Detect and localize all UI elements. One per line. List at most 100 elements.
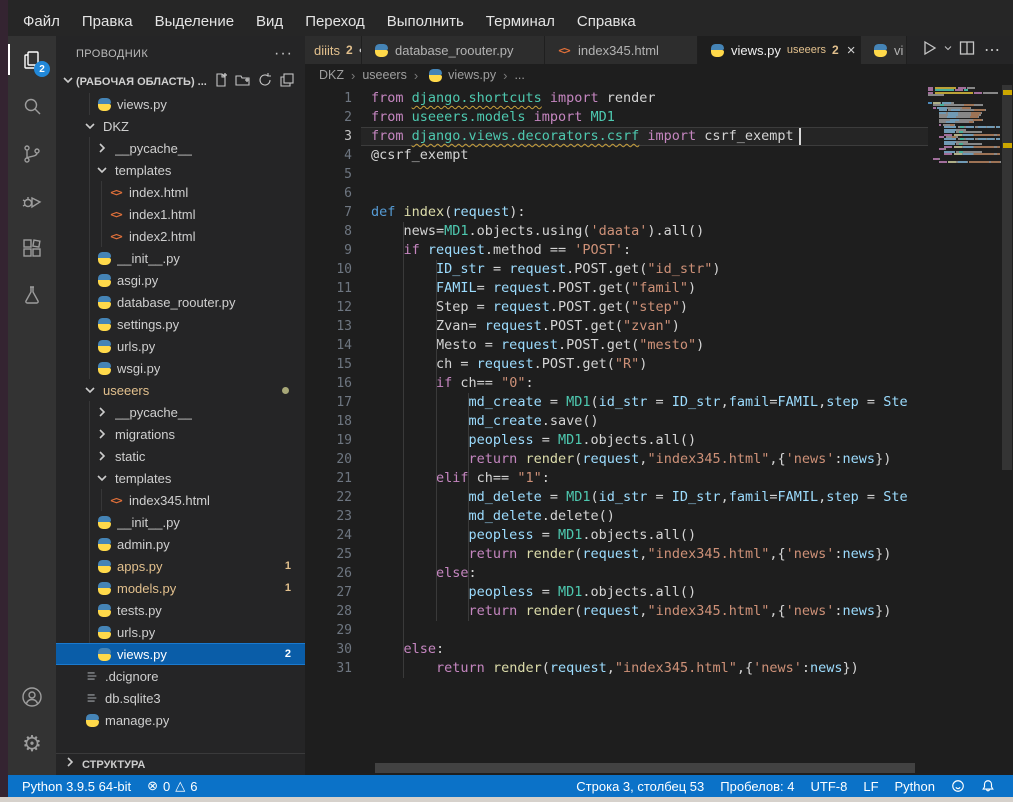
activity-accounts-icon[interactable]	[8, 673, 56, 720]
status-LF[interactable]: LF	[855, 779, 886, 794]
tree-item-tests.py[interactable]: tests.py	[56, 599, 305, 621]
tree-item-migrations[interactable]: migrations	[56, 423, 305, 445]
more-actions-icon[interactable]: ⋯	[980, 40, 1005, 60]
breadcrumb-item-views.py[interactable]: views.py	[425, 67, 496, 83]
problems-status[interactable]: ⊗ 0 △ 6	[139, 778, 205, 794]
tree-item-__pycache__[interactable]: __pycache__	[56, 137, 305, 159]
activity-settings-icon[interactable]: ⚙	[8, 720, 56, 767]
code-token	[371, 584, 469, 600]
warnings-icon: △	[175, 778, 185, 794]
tree-item-useeers[interactable]: useeers	[56, 379, 305, 401]
tree-item-templates[interactable]: templates	[56, 467, 305, 489]
tree-indent-guide	[101, 203, 102, 225]
minimap-token	[997, 146, 1000, 148]
tree-item-DKZ[interactable]: DKZ	[56, 115, 305, 137]
file-icon	[84, 690, 100, 706]
status-Пробелов-4[interactable]: Пробелов: 4	[712, 779, 802, 794]
activity-explorer-icon[interactable]: 2	[8, 36, 56, 83]
collapse-folders-icon[interactable]	[279, 72, 295, 93]
feedback-icon[interactable]	[943, 779, 973, 794]
activity-search-icon[interactable]	[8, 83, 56, 130]
tree-item-index1.html[interactable]: <>index1.html	[56, 203, 305, 225]
tree-item-wsgi.py[interactable]: wsgi.py	[56, 357, 305, 379]
breadcrumb-item-...[interactable]: ...	[514, 68, 524, 82]
workspace-section-header[interactable]: (РАБОЧАЯ ОБЛАСТЬ) ...	[56, 71, 305, 93]
close-icon[interactable]: ×	[847, 42, 856, 59]
python-file-icon	[96, 624, 112, 640]
run-button[interactable]	[920, 39, 938, 62]
new-folder-icon[interactable]	[235, 72, 251, 93]
activity-run-debug-icon[interactable]	[8, 177, 56, 224]
tree-item-index.html[interactable]: <>index.html	[56, 181, 305, 203]
split-editor-icon[interactable]	[958, 39, 976, 62]
horizontal-scrollbar[interactable]	[375, 763, 915, 773]
tree-item-settings.py[interactable]: settings.py	[56, 313, 305, 335]
refresh-icon[interactable]	[257, 72, 273, 93]
minimap-token	[997, 134, 1000, 136]
code-token: ,	[721, 394, 729, 410]
code-token	[371, 546, 469, 562]
menu-item-Вид[interactable]: Вид	[245, 10, 294, 33]
tree-item-urls.py[interactable]: urls.py	[56, 335, 305, 357]
tree-item-apps.py[interactable]: apps.py1	[56, 555, 305, 577]
python-interpreter-status[interactable]: Python 3.9.5 64-bit	[14, 778, 139, 794]
activity-extensions-icon[interactable]	[8, 224, 56, 271]
activity-testing-icon[interactable]	[8, 271, 56, 318]
tree-item-urls.py[interactable]: urls.py	[56, 621, 305, 643]
tree-indent-guide	[89, 467, 90, 489]
run-dropdown-icon[interactable]	[942, 41, 954, 59]
code-editor[interactable]: 1234567891011121314151617181920212223242…	[305, 86, 1013, 763]
notifications-bell-icon[interactable]	[973, 779, 1003, 794]
tree-item-index345.html[interactable]: <>index345.html	[56, 489, 305, 511]
tab-database_roouter.py[interactable]: database_roouter.py	[362, 36, 545, 64]
tab-index345.html[interactable]: <>index345.html	[545, 36, 698, 64]
tree-item-views.py[interactable]: views.py	[56, 93, 305, 115]
tree-item-database_roouter.py[interactable]: database_roouter.py	[56, 291, 305, 313]
tree-item-__init__.py[interactable]: __init__.py	[56, 247, 305, 269]
menu-item-Файл[interactable]: Файл	[12, 10, 71, 33]
activity-source-control-icon[interactable]	[8, 130, 56, 177]
tab-vi[interactable]: vi	[861, 36, 907, 64]
code-token: "index345.html"	[615, 660, 737, 676]
tree-item-models.py[interactable]: models.py1	[56, 577, 305, 599]
code-token: "id_str"	[647, 261, 712, 277]
status-UTF-8[interactable]: UTF-8	[803, 779, 856, 794]
tab-label: index345.html	[578, 43, 659, 58]
tree-item-manage.py[interactable]: manage.py	[56, 709, 305, 731]
tree-item-asgi.py[interactable]: asgi.py	[56, 269, 305, 291]
sidebar-more-actions-icon[interactable]: ···	[274, 45, 293, 63]
vertical-scrollbar[interactable]	[1001, 85, 1013, 765]
tree-item-label: templates	[115, 163, 171, 178]
tree-item-__pycache__[interactable]: __pycache__	[56, 401, 305, 423]
tree-item-__init__.py[interactable]: __init__.py	[56, 511, 305, 533]
code-token: 'news'	[786, 603, 835, 619]
menu-item-Выполнить[interactable]: Выполнить	[376, 10, 475, 33]
menu-item-Терминал[interactable]: Терминал	[475, 10, 566, 33]
tree-item-admin.py[interactable]: admin.py	[56, 533, 305, 555]
code-token: render	[525, 546, 574, 562]
menu-item-Выделение[interactable]: Выделение	[144, 10, 245, 33]
tree-item-static[interactable]: static	[56, 445, 305, 467]
code-token: step	[826, 394, 859, 410]
tree-item-templates[interactable]: templates	[56, 159, 305, 181]
tab-views.py[interactable]: views.pyuseeers2×	[698, 36, 861, 64]
menu-item-Правка[interactable]: Правка	[71, 10, 144, 33]
tree-item-.dcignore[interactable]: .dcignore	[56, 665, 305, 687]
new-file-icon[interactable]	[213, 72, 229, 93]
minimap[interactable]	[928, 85, 1000, 765]
code-token	[404, 109, 412, 125]
minimap-token	[974, 104, 983, 106]
tree-item-db.sqlite3[interactable]: db.sqlite3	[56, 687, 305, 709]
tree-item-views.py[interactable]: views.py2	[56, 643, 305, 665]
tab-diiits[interactable]: diiits2●	[305, 36, 362, 64]
menu-item-Переход[interactable]: Переход	[294, 10, 376, 33]
outline-section-header[interactable]: СТРУКТУРА	[56, 753, 305, 775]
breadcrumb-item-useeers[interactable]: useeers	[362, 68, 406, 82]
breadcrumb-item-DKZ[interactable]: DKZ	[319, 68, 344, 82]
code-token: "index345.html"	[647, 546, 769, 562]
status-Строка-3-столбец-53[interactable]: Строка 3, столбец 53	[568, 779, 712, 794]
status-Python[interactable]: Python	[887, 779, 943, 794]
tree-item-index2.html[interactable]: <>index2.html	[56, 225, 305, 247]
code-token: })	[875, 546, 891, 562]
menu-item-Справка[interactable]: Справка	[566, 10, 647, 33]
